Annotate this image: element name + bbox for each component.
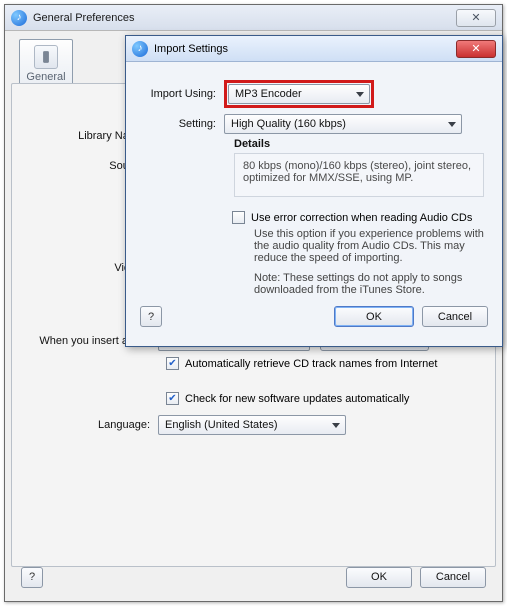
close-button[interactable]: ✕: [456, 9, 496, 27]
window-title: General Preferences: [33, 12, 135, 24]
auto-retrieve-label: Automatically retrieve CD track names fr…: [185, 358, 437, 370]
import-using-value: MP3 Encoder: [235, 88, 302, 100]
language-select[interactable]: English (United States): [158, 415, 346, 435]
setting-select[interactable]: High Quality (160 kbps): [224, 114, 462, 134]
dialog-ok-button[interactable]: OK: [334, 306, 414, 327]
cancel-button[interactable]: Cancel: [420, 567, 486, 588]
import-using-select[interactable]: MP3 Encoder: [228, 84, 370, 104]
error-correction-hint: Use this option if you experience proble…: [254, 228, 484, 264]
app-icon: ♪: [132, 41, 148, 57]
details-header: Details: [234, 138, 484, 150]
checkbox-icon: ✔: [232, 211, 245, 224]
language-label: Language:: [26, 419, 158, 431]
highlight-box: MP3 Encoder: [224, 80, 374, 108]
dialog-body: Import Using: MP3 Encoder Setting: High …: [126, 62, 502, 306]
help-button[interactable]: ?: [21, 567, 43, 588]
dialog-close-button[interactable]: ✕: [456, 40, 496, 58]
error-correction-checkbox[interactable]: ✔ Use error correction when reading Audi…: [232, 211, 472, 224]
general-preferences-window: ♪ General Preferences ✕ General Library …: [4, 4, 503, 602]
dialog-title: Import Settings: [154, 43, 228, 55]
titlebar: ♪ General Preferences ✕: [5, 5, 502, 31]
window-footer: ? OK Cancel: [11, 559, 496, 595]
details-text: 80 kbps (mono)/160 kbps (stereo), joint …: [234, 153, 484, 197]
tab-label: General: [26, 71, 65, 83]
auto-retrieve-checkbox[interactable]: ✔ Automatically retrieve CD track names …: [166, 357, 437, 370]
phone-icon: [34, 45, 58, 69]
tab-general[interactable]: General: [19, 39, 73, 89]
import-using-label: Import Using:: [142, 88, 224, 100]
note-text: Note: These settings do not apply to son…: [254, 272, 484, 296]
app-icon: ♪: [11, 10, 27, 26]
dialog-titlebar: ♪ Import Settings ✕: [126, 36, 502, 62]
import-settings-dialog: ♪ Import Settings ✕ Import Using: MP3 En…: [125, 35, 503, 347]
error-correction-label: Use error correction when reading Audio …: [251, 212, 472, 224]
check-updates-checkbox[interactable]: ✔ Check for new software updates automat…: [166, 392, 409, 405]
setting-label: Setting:: [142, 118, 224, 130]
ok-button[interactable]: OK: [346, 567, 412, 588]
dialog-help-button[interactable]: ?: [140, 306, 162, 327]
dialog-footer: ? OK Cancel: [126, 306, 502, 339]
setting-value: High Quality (160 kbps): [231, 118, 346, 130]
language-value: English (United States): [165, 419, 278, 431]
details-group: Details 80 kbps (mono)/160 kbps (stereo)…: [234, 138, 484, 197]
check-updates-label: Check for new software updates automatic…: [185, 393, 409, 405]
check-icon: ✔: [166, 357, 179, 370]
dialog-cancel-button[interactable]: Cancel: [422, 306, 488, 327]
check-icon: ✔: [166, 392, 179, 405]
